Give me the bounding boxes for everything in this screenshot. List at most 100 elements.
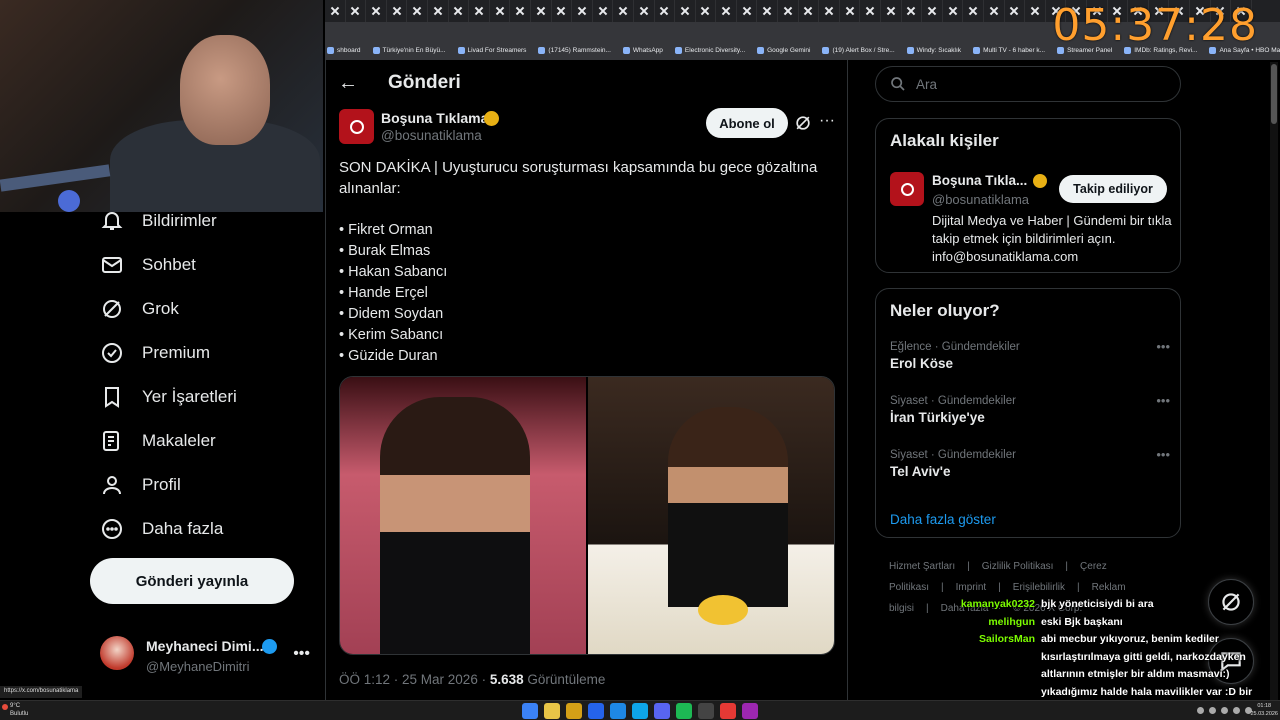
browser-tab[interactable]: [325, 0, 346, 22]
app-icon[interactable]: [632, 703, 648, 719]
more-icon[interactable]: •••: [293, 645, 310, 663]
browser-tab[interactable]: [387, 0, 408, 22]
footer-link[interactable]: |: [967, 561, 970, 572]
more-icon[interactable]: •••: [1156, 393, 1170, 408]
nav-chat[interactable]: Sohbet: [100, 253, 196, 277]
nav-profile[interactable]: Profil: [100, 473, 181, 497]
system-clock[interactable]: 01:18 25.03.2026: [1250, 702, 1278, 718]
nav-notifications[interactable]: Bildirimler: [100, 209, 217, 233]
weather-widget[interactable]: 9°C Bulutlu: [10, 702, 28, 718]
browser-tab[interactable]: [552, 0, 573, 22]
nav-grok[interactable]: Grok: [100, 297, 179, 321]
browser-tab[interactable]: [757, 0, 779, 22]
post-media[interactable]: [339, 376, 835, 655]
more-icon[interactable]: •••: [1156, 447, 1170, 462]
tray-icon[interactable]: [1197, 707, 1204, 714]
browser-tab[interactable]: [799, 0, 820, 22]
subscribe-button[interactable]: Abone ol: [706, 108, 788, 138]
browser-tab[interactable]: [716, 0, 737, 22]
bookmark-item[interactable]: Google Gemini: [757, 46, 810, 54]
browser-tab[interactable]: [840, 0, 861, 22]
app-icon[interactable]: [588, 703, 604, 719]
browser-tab[interactable]: [531, 0, 552, 22]
related-avatar[interactable]: [890, 172, 924, 206]
more-icon[interactable]: ···: [819, 112, 835, 130]
browser-tab[interactable]: [675, 0, 696, 22]
browser-tab[interactable]: [737, 0, 758, 22]
browser-tab[interactable]: [922, 0, 943, 22]
browser-tab[interactable]: [943, 0, 964, 22]
browser-tab[interactable]: [634, 0, 655, 22]
post-image-2[interactable]: [588, 377, 834, 654]
search-input[interactable]: [916, 76, 1156, 92]
browser-tab[interactable]: [469, 0, 490, 22]
footer-link[interactable]: |: [941, 582, 944, 593]
bookmark-item[interactable]: Multi TV - 6 haber k...: [973, 46, 1045, 54]
app-icon[interactable]: [742, 703, 758, 719]
browser-tab[interactable]: [346, 0, 367, 22]
browser-tab[interactable]: [778, 0, 799, 22]
discord-icon[interactable]: [654, 703, 670, 719]
following-button[interactable]: Takip ediliyor: [1059, 175, 1167, 203]
windows-start-icon[interactable]: [522, 703, 538, 719]
app-icon[interactable]: [610, 703, 626, 719]
nav-more[interactable]: Daha fazla: [100, 517, 223, 541]
footer-link[interactable]: Erişilebilirlik: [1013, 582, 1065, 593]
tray-icon[interactable]: [1233, 707, 1240, 714]
browser-tab[interactable]: [881, 0, 902, 22]
chrome-icon[interactable]: [544, 703, 560, 719]
trend-item[interactable]: Eğlence · Gündemdekiler Erol Köse •••: [890, 339, 1170, 371]
author-handle[interactable]: @bosunatiklama: [381, 128, 482, 143]
browser-tab[interactable]: [449, 0, 470, 22]
file-explorer-icon[interactable]: [566, 703, 582, 719]
page-scrollbar[interactable]: [1270, 62, 1278, 702]
browser-tab[interactable]: [366, 0, 387, 22]
spotify-icon[interactable]: [676, 703, 692, 719]
post-image-1[interactable]: [340, 377, 586, 654]
browser-tab[interactable]: [407, 0, 428, 22]
trend-item[interactable]: Siyaset · Gündemdekiler Tel Aviv'e •••: [890, 447, 1170, 479]
footer-link[interactable]: Imprint: [956, 582, 987, 593]
browser-tab[interactable]: [902, 0, 923, 22]
footer-link[interactable]: |: [1077, 582, 1080, 593]
tray-icon[interactable]: [1209, 707, 1216, 714]
browser-tab[interactable]: [984, 0, 1005, 22]
bookmark-item[interactable]: Electronic Diversity...: [674, 46, 745, 54]
footer-link[interactable]: |: [1065, 561, 1068, 572]
browser-tab[interactable]: [963, 0, 984, 22]
post-button[interactable]: Gönderi yayınla: [90, 558, 294, 604]
browser-tab[interactable]: [510, 0, 531, 22]
footer-link[interactable]: |: [998, 582, 1001, 593]
browser-tab[interactable]: [1005, 0, 1026, 22]
bookmark-item[interactable]: Türkiye'nin En Büyü...: [372, 46, 446, 54]
show-more-link[interactable]: Daha fazla göster: [890, 512, 996, 527]
author-name[interactable]: Boşuna Tıklama: [381, 110, 488, 126]
footer-link[interactable]: Gizlilik Politikası: [982, 561, 1054, 572]
grok-icon[interactable]: [793, 113, 813, 133]
bookmark-item[interactable]: (19) Alert Box / Stre...: [822, 46, 895, 54]
more-icon[interactable]: •••: [1156, 339, 1170, 354]
account-switcher[interactable]: Meyhaneci Dimi... @MeyhaneDimitri •••: [100, 632, 310, 676]
back-arrow-icon[interactable]: ←: [338, 72, 360, 94]
nav-bookmarks[interactable]: Yer İşaretleri: [100, 385, 237, 409]
bookmark-item[interactable]: (17145) Rammstein...: [538, 46, 611, 54]
browser-tab[interactable]: [490, 0, 511, 22]
footer-link[interactable]: Hizmet Şartları: [889, 561, 955, 572]
trend-item[interactable]: Siyaset · Gündemdekiler İran Türkiye'ye …: [890, 393, 1170, 425]
search-box[interactable]: [875, 66, 1181, 102]
browser-tab[interactable]: [613, 0, 634, 22]
bookmark-item[interactable]: WhatsApp: [622, 46, 663, 54]
browser-tab[interactable]: [655, 0, 676, 22]
browser-tab[interactable]: [696, 0, 717, 22]
app-icon[interactable]: [720, 703, 736, 719]
footer-link[interactable]: |: [926, 603, 929, 614]
bookmark-item[interactable]: Livad For Streamers: [457, 46, 526, 54]
browser-tab[interactable]: [572, 0, 593, 22]
bookmark-item[interactable]: Windy: Sıcaklık: [906, 46, 961, 54]
related-name[interactable]: Boşuna Tıkla...: [932, 173, 1027, 188]
browser-tab[interactable]: [428, 0, 449, 22]
post-time[interactable]: ÖÖ 1:12 · 25 Mar 2026 ·: [339, 672, 490, 687]
tray-icon[interactable]: [1221, 707, 1228, 714]
browser-tab[interactable]: [1025, 0, 1046, 22]
nav-premium[interactable]: Premium: [100, 341, 210, 365]
